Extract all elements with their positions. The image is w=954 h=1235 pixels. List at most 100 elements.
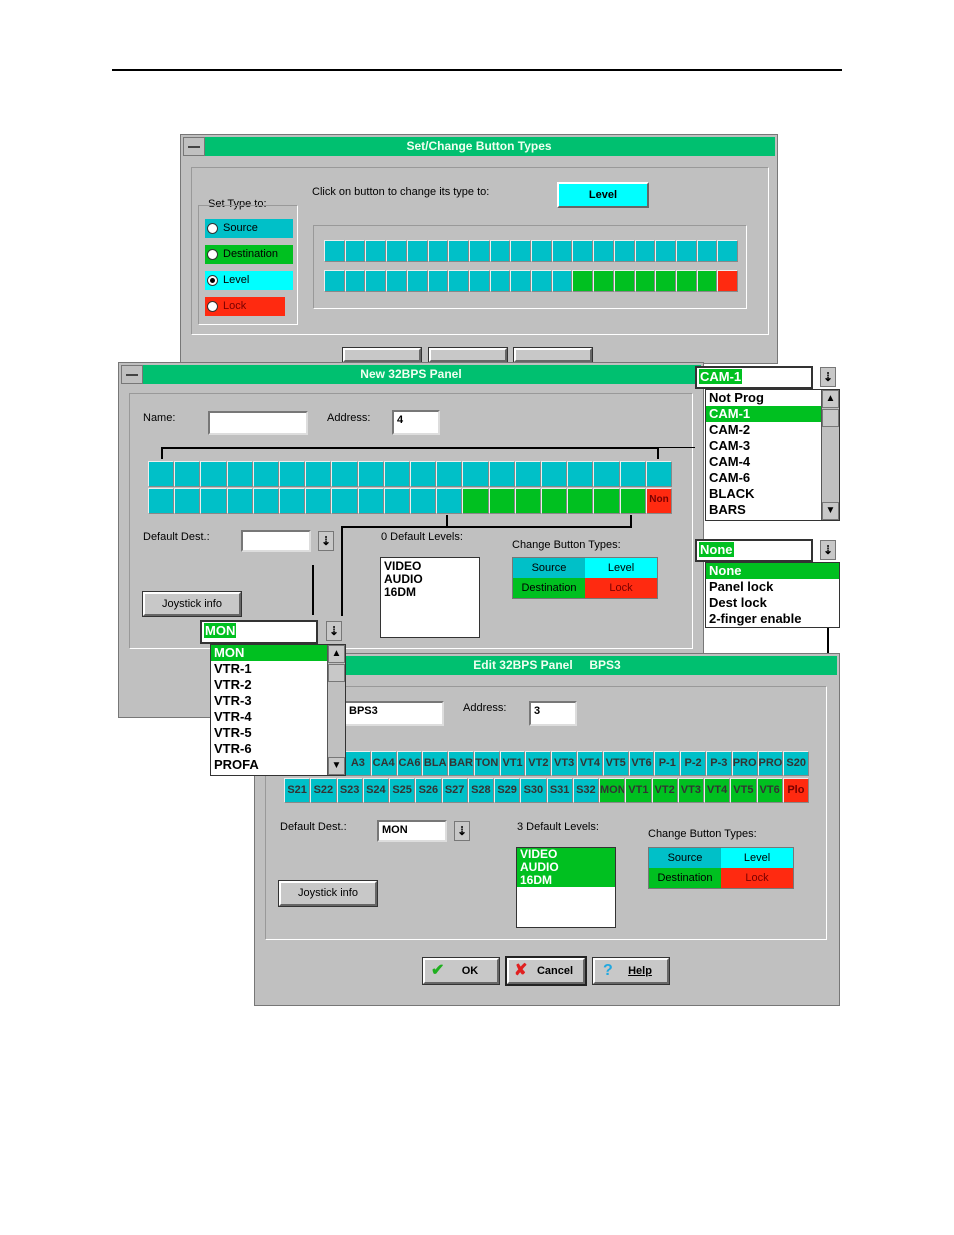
dropdown-item[interactable]: 2-finger enable xyxy=(706,611,839,627)
panel-button[interactable] xyxy=(572,270,594,292)
panel-button[interactable] xyxy=(406,240,428,262)
panel-button[interactable] xyxy=(717,270,739,292)
type-radio-level[interactable]: Level xyxy=(205,271,293,290)
panel-button[interactable]: P-2 xyxy=(680,751,706,776)
panel-button[interactable] xyxy=(462,488,489,514)
ok-button-partial[interactable] xyxy=(342,347,422,363)
dropdown-item[interactable]: PROFA xyxy=(211,757,327,773)
type-button-level[interactable]: Level xyxy=(585,558,657,578)
dest-combo-input[interactable]: MON xyxy=(200,620,318,644)
panel-button[interactable] xyxy=(174,461,201,487)
panel-button[interactable] xyxy=(324,240,345,262)
panel-button[interactable] xyxy=(468,270,490,292)
panel-button[interactable] xyxy=(541,488,568,514)
panel-button[interactable]: MON xyxy=(599,778,626,803)
panel-button[interactable] xyxy=(619,488,646,514)
type-button-destination[interactable]: Destination xyxy=(649,868,721,888)
dest-dropdown-list[interactable]: MON VTR-1 VTR-2 VTR-3 VTR-4 VTR-5 VTR-6 PROFA ▲ ▼ xyxy=(210,644,346,776)
panel-button[interactable]: VT3 xyxy=(677,778,704,803)
panel-button[interactable] xyxy=(279,461,306,487)
panel-button[interactable]: VT2 xyxy=(651,778,678,803)
default-dest-input[interactable]: MON xyxy=(377,820,447,842)
panel-button[interactable] xyxy=(488,461,515,487)
panel-button[interactable]: S26 xyxy=(415,778,442,803)
panel-button[interactable]: VT1 xyxy=(499,751,526,776)
address-input[interactable]: 4 xyxy=(392,410,440,435)
panel-button[interactable] xyxy=(655,240,676,262)
default-dest-input[interactable] xyxy=(241,530,311,552)
source-combo-input[interactable]: CAM-1 xyxy=(695,366,813,389)
address-input[interactable]: 3 xyxy=(529,701,577,726)
panel-button[interactable]: S22 xyxy=(310,778,337,803)
panel-button[interactable] xyxy=(448,270,469,292)
panel-button[interactable] xyxy=(567,488,594,514)
dropdown-item[interactable]: Dest lock xyxy=(706,595,839,611)
panel-button[interactable] xyxy=(613,240,635,262)
panel-button[interactable] xyxy=(436,488,463,514)
lock-dropdown-list[interactable]: None Panel lock Dest lock 2-finger enable xyxy=(705,562,840,628)
panel-button[interactable] xyxy=(489,240,511,262)
panel-button[interactable]: CA4 xyxy=(370,751,397,776)
dropdown-item[interactable]: VTR-5 xyxy=(211,725,327,741)
panel-button[interactable] xyxy=(593,461,620,487)
panel-button[interactable]: TON xyxy=(473,751,500,776)
panel-button[interactable] xyxy=(344,240,366,262)
panel-button[interactable] xyxy=(593,488,620,514)
panel-button[interactable] xyxy=(645,461,673,487)
panel-button[interactable] xyxy=(675,270,697,292)
panel-button[interactable]: Plo xyxy=(782,778,809,803)
help-button[interactable]: ? Help xyxy=(592,957,670,985)
dropdown-item[interactable]: VTR-3 xyxy=(211,693,327,709)
system-menu-button[interactable] xyxy=(183,137,205,156)
panel-button[interactable] xyxy=(531,240,552,262)
panel-button[interactable]: S29 xyxy=(494,778,521,803)
panel-button[interactable]: P-1 xyxy=(654,751,681,776)
panel-button[interactable] xyxy=(551,270,573,292)
panel-button[interactable]: S32 xyxy=(572,778,599,803)
panel-button[interactable] xyxy=(510,270,532,292)
panel-button[interactable] xyxy=(634,270,656,292)
lock-combo-input[interactable]: None xyxy=(695,539,813,562)
panel-button[interactable]: A3 xyxy=(345,751,371,776)
panel-button[interactable] xyxy=(634,240,656,262)
panel-button[interactable]: S31 xyxy=(546,778,573,803)
panel-button[interactable]: VT6 xyxy=(628,751,655,776)
panel-button[interactable] xyxy=(675,240,697,262)
ok-button[interactable]: ✔ OK xyxy=(422,957,500,985)
panel-button[interactable] xyxy=(572,240,594,262)
panel-button[interactable] xyxy=(717,240,739,262)
type-button-lock[interactable]: Lock xyxy=(585,578,657,598)
panel-button[interactable] xyxy=(655,270,676,292)
dropdown-item[interactable]: VTR-1 xyxy=(211,661,327,677)
scroll-thumb[interactable] xyxy=(328,664,345,682)
panel-button[interactable] xyxy=(567,461,594,487)
scrollbar[interactable]: ▲ ▼ xyxy=(327,645,345,775)
panel-button[interactable] xyxy=(331,461,358,487)
panel-button[interactable]: PRO xyxy=(757,751,784,776)
type-radio-source[interactable]: Source xyxy=(205,219,293,238)
default-levels-list[interactable]: VIDEO AUDIO 16DM xyxy=(380,557,480,638)
scroll-down-arrow-icon[interactable]: ▼ xyxy=(822,502,839,520)
system-menu-button[interactable] xyxy=(121,365,143,384)
panel-button[interactable] xyxy=(619,461,646,487)
panel-button[interactable] xyxy=(488,488,515,514)
name-input[interactable]: BPS3 xyxy=(344,701,444,726)
panel-button[interactable] xyxy=(200,461,227,487)
default-dest-dropdown-button[interactable]: ⇣ xyxy=(318,531,334,551)
dropdown-item[interactable]: BARS xyxy=(706,502,821,518)
panel-button[interactable]: BLA xyxy=(422,751,449,776)
panel-button[interactable] xyxy=(448,240,469,262)
panel-button[interactable] xyxy=(410,488,437,514)
panel-button[interactable] xyxy=(226,461,253,487)
panel-button[interactable] xyxy=(462,461,489,487)
name-input[interactable] xyxy=(208,411,308,435)
panel-button[interactable] xyxy=(365,240,387,262)
panel-button[interactable] xyxy=(383,488,411,514)
dropdown-item[interactable]: CAM-6 xyxy=(706,470,821,486)
panel-button[interactable]: S25 xyxy=(389,778,416,803)
panel-button[interactable]: S28 xyxy=(467,778,494,803)
joystick-info-button[interactable]: Joystick info xyxy=(278,880,378,907)
panel-button[interactable]: VT1 xyxy=(625,778,652,803)
cancel-button[interactable]: ✘ Cancel xyxy=(505,956,587,986)
panel-button[interactable]: VT5 xyxy=(730,778,757,803)
